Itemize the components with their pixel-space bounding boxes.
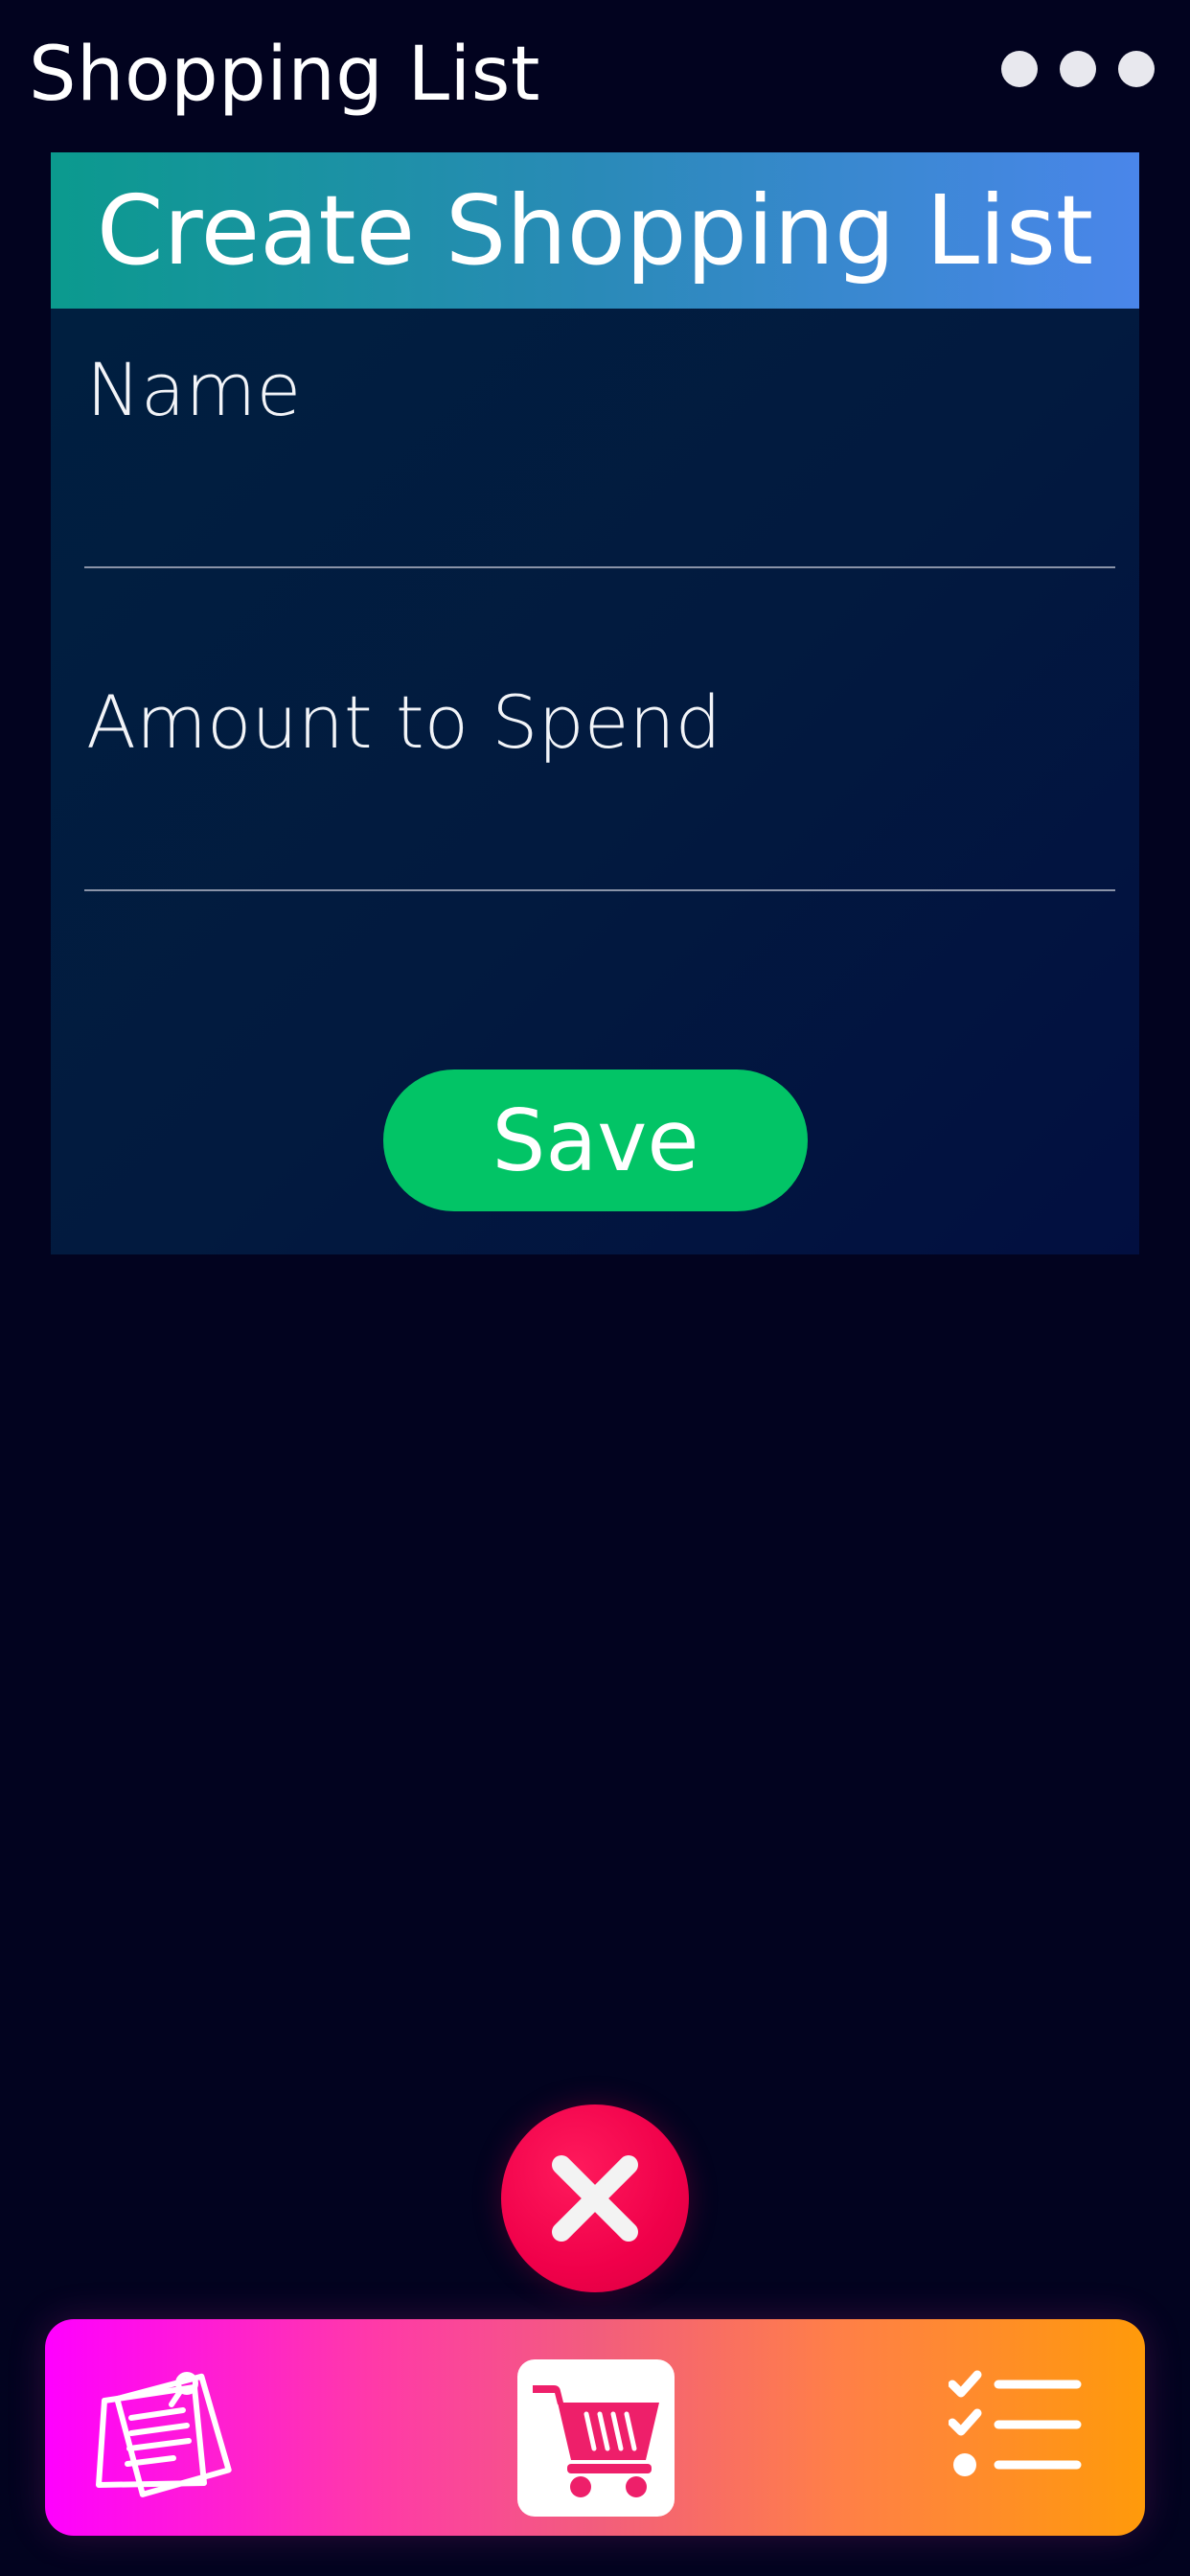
- name-input[interactable]: [84, 490, 1115, 568]
- amount-label: Amount to Spend: [86, 679, 721, 765]
- close-icon: [552, 2155, 638, 2242]
- create-list-card: Create Shopping List Name Amount to Spen…: [51, 152, 1139, 1254]
- more-dot-icon: [1001, 51, 1038, 87]
- cart-icon: [533, 2385, 659, 2497]
- app-title: Shopping List: [29, 32, 540, 118]
- nav-item-notes[interactable]: [95, 2362, 256, 2506]
- amount-input[interactable]: [84, 813, 1115, 891]
- more-options-button[interactable]: [1001, 48, 1155, 90]
- notes-icon: [96, 2372, 232, 2497]
- more-dot-icon: [1118, 51, 1155, 87]
- card-title: Create Shopping List: [96, 173, 1094, 287]
- close-button[interactable]: [501, 2104, 689, 2292]
- checklist-icon: [949, 2370, 1082, 2476]
- save-button[interactable]: Save: [383, 1070, 808, 1211]
- nav-item-checklist[interactable]: [949, 2367, 1083, 2482]
- bottom-nav: [45, 2319, 1145, 2536]
- name-label: Name: [86, 347, 302, 432]
- nav-item-cart[interactable]: [517, 2359, 675, 2517]
- app-screen: Shopping List Create Shopping List Name …: [0, 0, 1190, 2576]
- more-dot-icon: [1060, 51, 1096, 87]
- card-header: Create Shopping List: [51, 152, 1139, 309]
